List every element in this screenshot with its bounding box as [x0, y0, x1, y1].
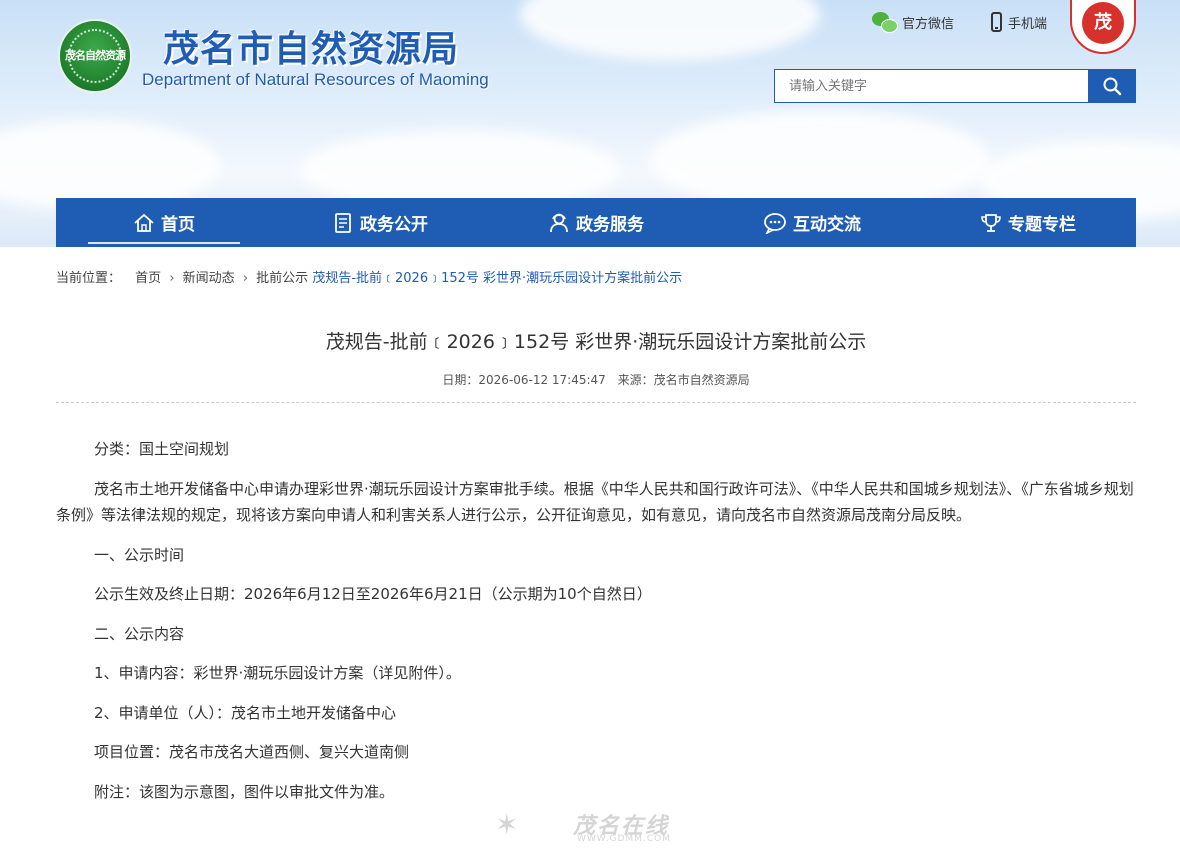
main-nav: 首页 政务公开 政务服务 互动交流 专题专栏 [56, 198, 1136, 247]
city-badge-logo[interactable]: 茂 [1070, 0, 1136, 54]
watermark-url: WWW.GDMM.COM [577, 834, 671, 844]
chat-icon [764, 212, 786, 234]
mobile-link-label: 手机端 [1008, 16, 1048, 32]
department-logo[interactable]: 茂名自然资源 [58, 19, 132, 93]
search-icon [1103, 77, 1121, 96]
mobile-link[interactable]: 手机端 [991, 12, 1047, 32]
article-meta: 日期：2026-06-12 17:45:47 来源：茂名市自然资源局 [56, 371, 1136, 388]
article-paragraph: 附注：该图为示意图，图件以审批文件为准。 [94, 782, 395, 801]
wechat-icon [872, 12, 898, 33]
breadcrumb-separator: › [169, 271, 175, 286]
nav-item-label: 专题专栏 [1008, 215, 1076, 235]
article-category: 分类：国土空间规划 [94, 440, 230, 458]
article-paragraph: 项目位置：茂名市茂名大道西侧、复兴大道南侧 [94, 743, 410, 761]
nav-item-interaction[interactable]: 互动交流 [704, 198, 920, 247]
wechat-link-label: 官方微信 [902, 16, 955, 32]
search-box [774, 69, 1136, 103]
article-body: 分类：国土空间规划 茂名市土地开发储备中心申请办理彩世界·潮玩乐园设计方案审批手… [56, 436, 1136, 818]
wechat-link[interactable]: 官方微信 [872, 12, 955, 33]
site-subtitle: Department of Natural Resources of Maomi… [142, 70, 489, 89]
city-badge-text: 茂 [1082, 2, 1124, 44]
breadcrumb-notice-link[interactable]: 批前公示 [256, 271, 308, 286]
title-divider [56, 402, 1136, 403]
article-paragraph: 2、申请单位（人）：茂名市土地开发储备中心 [94, 703, 397, 722]
phone-icon [991, 12, 1002, 32]
article-paragraph: 1、申请内容：彩世界·潮玩乐园设计方案（详见附件）。 [94, 664, 461, 682]
article-source: 来源：茂名市自然资源局 [617, 373, 750, 387]
cloud-decoration [650, 110, 990, 210]
section-heading: 二、公示内容 [94, 624, 185, 643]
article-date: 日期：2026-06-12 17:45:47 [442, 373, 606, 387]
search-input[interactable] [775, 70, 1088, 102]
nav-item-special-topics[interactable]: 专题专栏 [920, 198, 1136, 247]
breadcrumb: 当前位置： 首页 › 新闻动态 › 批前公示 茂规告-批前﹝2026﹞152号 … [56, 267, 682, 286]
article-paragraph: 公示生效及终止日期：2026年6月12日至2026年6月21日（公示期为10个自… [94, 585, 652, 603]
logo-text: 茂名自然资源 [65, 49, 126, 62]
nav-item-label: 互动交流 [793, 215, 861, 235]
trophy-icon [981, 213, 1001, 232]
nav-item-home[interactable]: 首页 [56, 198, 272, 247]
nav-item-gov-affairs[interactable]: 政务公开 [272, 198, 488, 247]
article-title: 茂规告-批前﹝2026﹞152号 彩世界·潮玩乐园设计方案批前公示 [325, 331, 867, 353]
nav-item-label: 政务服务 [576, 215, 644, 235]
nav-item-label: 首页 [161, 215, 195, 235]
breadcrumb-label: 当前位置： [56, 271, 122, 286]
cloud-decoration [0, 120, 220, 210]
watermark-logo-icon: ✶ [495, 808, 519, 841]
breadcrumb-home-link[interactable]: 首页 [135, 271, 161, 286]
search-button[interactable] [1088, 70, 1135, 102]
nav-item-gov-services[interactable]: 政务服务 [488, 198, 704, 247]
section-heading: 一、公示时间 [94, 545, 185, 564]
site-watermark: ✶ 茂名在线 WWW.GDMM.COM [495, 806, 695, 850]
home-icon [134, 213, 154, 232]
service-person-icon [550, 213, 568, 232]
cloud-decoration [520, 0, 820, 60]
breadcrumb-news-link[interactable]: 新闻动态 [183, 271, 235, 286]
site-title: 茂名市自然资源局 [163, 28, 460, 70]
breadcrumb-current-link[interactable]: 茂规告-批前﹝2026﹞152号 彩世界·潮玩乐园设计方案批前公示 [312, 271, 682, 286]
article-paragraph: 茂名市土地开发储备中心申请办理彩世界·潮玩乐园设计方案审批手续。根据《中华人民共… [56, 479, 1134, 525]
breadcrumb-separator: › [242, 271, 249, 286]
document-icon [335, 212, 351, 233]
nav-item-label: 政务公开 [360, 215, 428, 235]
